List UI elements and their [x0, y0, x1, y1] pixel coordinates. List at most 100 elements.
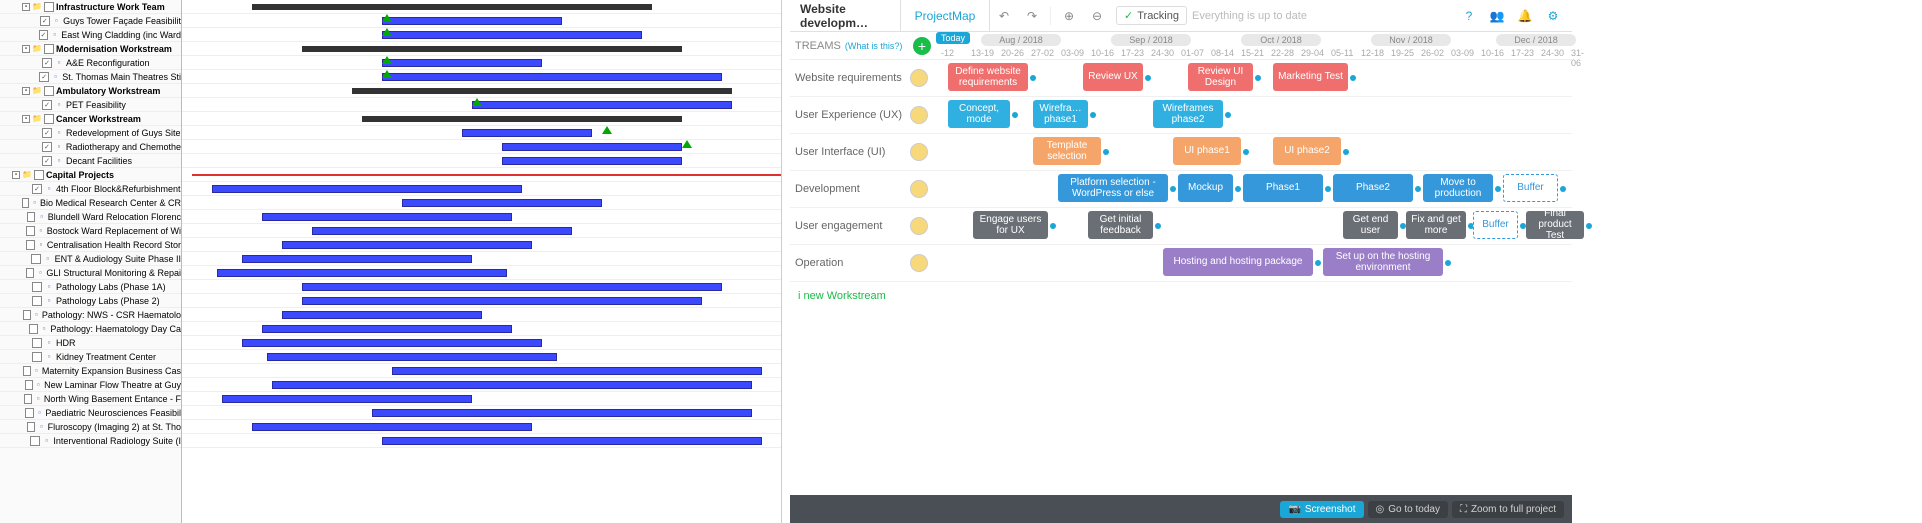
task-bar[interactable]: [282, 241, 532, 249]
tracking-toggle[interactable]: ✓Tracking: [1116, 6, 1187, 25]
tree-row[interactable]: ▫HDR: [0, 336, 181, 350]
task-bar[interactable]: [242, 339, 542, 347]
tree-row[interactable]: ✓▫Radiotherapy and Chemothe: [0, 140, 181, 154]
connector-icon[interactable]: [1235, 186, 1241, 192]
task-checkbox[interactable]: [32, 282, 42, 292]
task-checkbox[interactable]: [27, 212, 36, 222]
task-bar[interactable]: [402, 199, 602, 207]
task-checkbox[interactable]: [44, 2, 54, 12]
task-bar[interactable]: [472, 101, 732, 109]
tree-row[interactable]: -📁Cancer Workstream: [0, 112, 181, 126]
task-bar[interactable]: [382, 437, 762, 445]
tree-row[interactable]: ▫Maternity Expansion Business Cas: [0, 364, 181, 378]
tree-row[interactable]: ▫New Laminar Flow Theatre at Guy: [0, 378, 181, 392]
connector-icon[interactable]: [1155, 223, 1161, 229]
task-checkbox[interactable]: [44, 44, 54, 54]
task-checkbox[interactable]: [32, 296, 42, 306]
tree-row[interactable]: ▫Blundell Ward Relocation Florenc: [0, 210, 181, 224]
settings-icon[interactable]: ⚙: [1541, 4, 1565, 28]
connector-icon[interactable]: [1012, 112, 1018, 118]
task-bar[interactable]: [502, 143, 682, 151]
milestone-icon[interactable]: [682, 140, 692, 148]
connector-icon[interactable]: [1586, 223, 1592, 229]
task-card[interactable]: Buffer: [1503, 174, 1558, 202]
task-checkbox[interactable]: [26, 268, 34, 278]
connector-icon[interactable]: [1050, 223, 1056, 229]
task-card[interactable]: Phase2: [1333, 174, 1413, 202]
task-checkbox[interactable]: [22, 198, 29, 208]
task-checkbox[interactable]: ✓: [32, 184, 42, 194]
task-bar[interactable]: [382, 17, 562, 25]
expand-icon[interactable]: -: [22, 45, 30, 53]
task-bar[interactable]: [267, 353, 557, 361]
tree-row[interactable]: ✓▫PET Feasibility: [0, 98, 181, 112]
expand-icon[interactable]: -: [22, 3, 30, 11]
connector-icon[interactable]: [1225, 112, 1231, 118]
tree-row[interactable]: ✓▫Redevelopment of Guys Site: [0, 126, 181, 140]
task-bar[interactable]: [272, 381, 752, 389]
redo-icon[interactable]: ↷: [1020, 4, 1044, 28]
task-card[interactable]: Buffer: [1473, 211, 1518, 239]
bell-icon[interactable]: 🔔: [1513, 4, 1537, 28]
task-bar[interactable]: [382, 59, 542, 67]
connector-icon[interactable]: [1030, 75, 1036, 81]
connector-icon[interactable]: [1560, 186, 1566, 192]
expand-icon[interactable]: -: [12, 171, 20, 179]
share-icon[interactable]: 👥: [1485, 4, 1509, 28]
task-checkbox[interactable]: [44, 114, 54, 124]
tree-row[interactable]: -📁Ambulatory Workstream: [0, 84, 181, 98]
avatar-icon[interactable]: [910, 106, 928, 124]
task-checkbox[interactable]: [24, 394, 32, 404]
task-bar[interactable]: [392, 367, 762, 375]
tree-row[interactable]: ✓▫A&E Reconfiguration: [0, 56, 181, 70]
task-checkbox[interactable]: [44, 86, 54, 96]
tree-row[interactable]: ▫Pathology Labs (Phase 2): [0, 294, 181, 308]
task-checkbox[interactable]: [23, 310, 31, 320]
task-checkbox[interactable]: [26, 240, 34, 250]
task-card[interactable]: UI phase1: [1173, 137, 1241, 165]
stream-label[interactable]: User Experience (UX): [790, 109, 910, 121]
task-card[interactable]: Review UX: [1083, 63, 1143, 91]
task-bar[interactable]: [312, 227, 572, 235]
task-card[interactable]: Wirefra… phase1: [1033, 100, 1088, 128]
new-workstream-link[interactable]: i new Workstream: [790, 282, 1572, 310]
task-checkbox[interactable]: ✓: [42, 142, 52, 152]
connector-icon[interactable]: [1415, 186, 1421, 192]
task-card[interactable]: Move to production: [1423, 174, 1493, 202]
task-card[interactable]: Hosting and hosting package: [1163, 248, 1313, 276]
connector-icon[interactable]: [1103, 149, 1109, 155]
task-card[interactable]: Concept, mode: [948, 100, 1010, 128]
tree-row[interactable]: ▫Paediatric Neurosciences Feasibil: [0, 406, 181, 420]
tree-row[interactable]: -📁Modernisation Workstream: [0, 42, 181, 56]
task-card[interactable]: Review UI Design: [1188, 63, 1253, 91]
task-bar[interactable]: [262, 213, 512, 221]
task-bar[interactable]: [222, 395, 472, 403]
avatar-icon[interactable]: [910, 69, 928, 87]
expand-icon[interactable]: -: [22, 115, 30, 123]
connector-icon[interactable]: [1315, 260, 1321, 266]
task-bar[interactable]: [302, 297, 702, 305]
task-checkbox[interactable]: [23, 366, 31, 376]
tree-row[interactable]: ▫Interventional Radiology Suite (I: [0, 434, 181, 448]
tree-row[interactable]: ✓▫East Wing Cladding (inc Ward: [0, 28, 181, 42]
milestone-icon[interactable]: [382, 14, 392, 22]
task-bar[interactable]: [242, 255, 472, 263]
connector-icon[interactable]: [1350, 75, 1356, 81]
tree-row[interactable]: ✓▫4th Floor Block&Refurbishment: [0, 182, 181, 196]
task-card[interactable]: UI phase2: [1273, 137, 1341, 165]
task-checkbox[interactable]: [34, 170, 44, 180]
task-checkbox[interactable]: ✓: [42, 58, 52, 68]
avatar-icon[interactable]: [910, 254, 928, 272]
task-checkbox[interactable]: [25, 380, 33, 390]
tree-row[interactable]: ▫Pathology Labs (Phase 1A): [0, 280, 181, 294]
tree-row[interactable]: ▫ENT & Audiology Suite Phase II: [0, 252, 181, 266]
task-card[interactable]: Platform selection - WordPress or else: [1058, 174, 1168, 202]
stream-label[interactable]: User Interface (UI): [790, 146, 910, 158]
screenshot-button[interactable]: 📷 Screenshot: [1280, 501, 1363, 518]
zoom-in-icon[interactable]: ⊕: [1057, 4, 1081, 28]
expand-icon[interactable]: -: [22, 87, 30, 95]
tree-row[interactable]: ▫Pathology: NWS - CSR Haematolo: [0, 308, 181, 322]
task-card[interactable]: Fix and get more: [1406, 211, 1466, 239]
task-bar[interactable]: [217, 269, 507, 277]
task-card[interactable]: Final product Test: [1526, 211, 1584, 239]
